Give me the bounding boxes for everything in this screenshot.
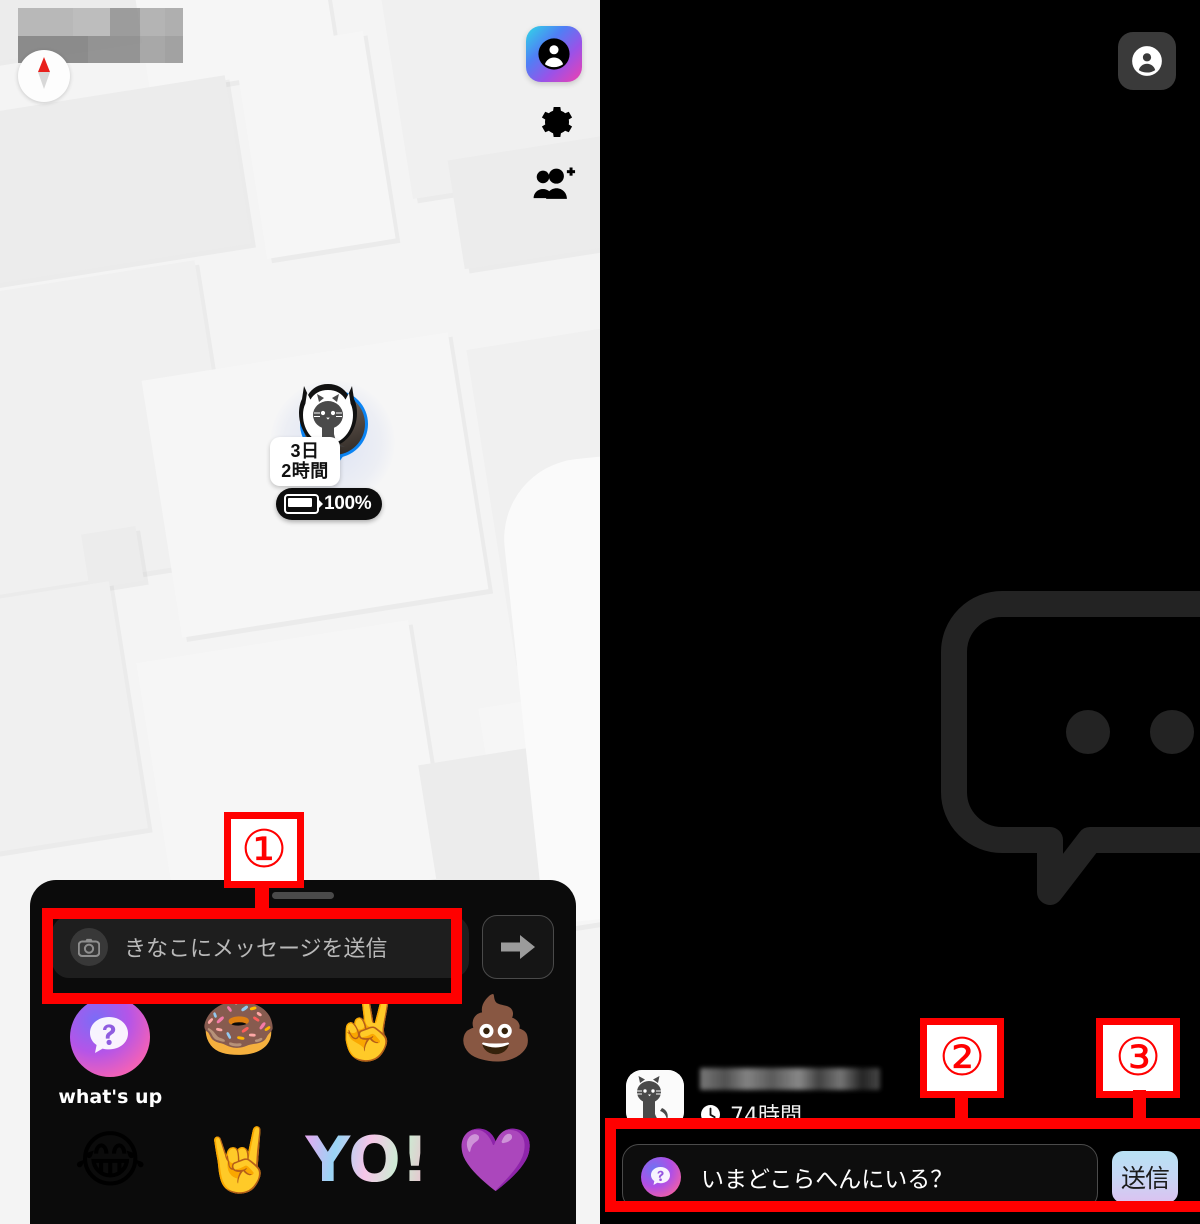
emoji-victory-hand[interactable]: ✌️ xyxy=(303,997,432,1125)
whats-up-label: what's up xyxy=(58,1086,163,1108)
person-circle-icon xyxy=(538,38,570,70)
callout-2: ② xyxy=(920,1018,1004,1098)
quick-emoji-grid: what's up 🍩 ✌️ 💩 😂 🤘 YO! 💜 xyxy=(30,979,576,1224)
profile-avatar-button[interactable] xyxy=(526,26,582,82)
emoji-yo[interactable]: YO! xyxy=(303,1129,432,1224)
speech-bubble-dots-icon xyxy=(941,591,1200,905)
map-screen: 3日 2時間 100% きなこにメッセージを送信 what's up 🍩 ✌️ … xyxy=(0,0,600,1224)
friend-name-obscured xyxy=(700,1068,880,1090)
whats-up-button[interactable]: what's up xyxy=(46,997,175,1125)
map-controls xyxy=(526,26,582,206)
chat-screen: 74時間 いまどこらへんにいる？ 送信 ② ③ xyxy=(600,0,1200,1224)
battery-full-icon xyxy=(284,494,323,514)
compass-needle-icon[interactable] xyxy=(18,50,70,102)
battery-percent: 100% xyxy=(324,493,372,514)
highlight-box-prefilled-message xyxy=(605,1118,1200,1212)
sheet-drag-handle[interactable] xyxy=(272,892,334,899)
callout-1: ① xyxy=(224,812,304,888)
emoji-horns[interactable]: 🤘 xyxy=(175,1129,304,1224)
marker-elapsed-days: 3日 xyxy=(290,441,320,461)
screenshot-root: 3日 2時間 100% きなこにメッセージを送信 what's up 🍩 ✌️ … xyxy=(0,0,1200,1224)
send-arrow-button[interactable] xyxy=(482,915,554,979)
marker-elapsed-hours: 2時間 xyxy=(281,461,329,482)
callout-3: ③ xyxy=(1096,1018,1180,1098)
emoji-donut[interactable]: 🍩 xyxy=(175,997,304,1125)
marker-elapsed-bubble: 3日 2時間 xyxy=(270,437,340,487)
callout-leader-3b xyxy=(1133,1090,1146,1126)
emoji-poop[interactable]: 💩 xyxy=(432,997,561,1125)
highlight-box-message-input xyxy=(42,908,462,1004)
arrow-right-icon xyxy=(501,935,535,959)
emoji-joy[interactable]: 😂 xyxy=(46,1129,175,1224)
people-add-icon xyxy=(533,167,576,199)
profile-avatar-button-right[interactable] xyxy=(1118,32,1176,90)
person-circle-icon xyxy=(1132,46,1162,76)
gear-icon xyxy=(541,107,573,137)
whats-up-icon xyxy=(70,997,151,1077)
emoji-heart[interactable]: 💜 xyxy=(432,1129,561,1224)
settings-button[interactable] xyxy=(528,100,580,144)
add-friends-button[interactable] xyxy=(528,162,580,206)
friend-map-marker[interactable]: 3日 2時間 100% xyxy=(270,380,405,525)
marker-battery-pill: 100% xyxy=(276,488,383,520)
